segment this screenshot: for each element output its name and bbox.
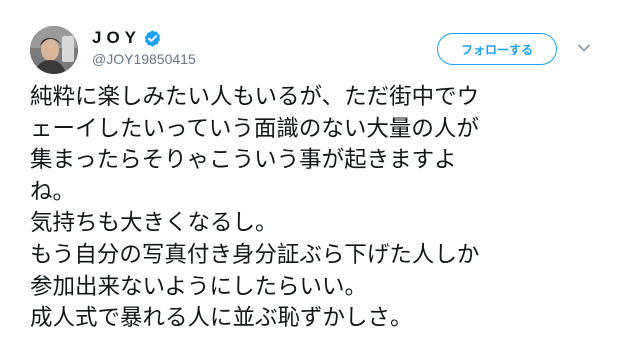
tweet-text-line: ェーイしたいっていう面識のない大量の人が	[30, 115, 479, 142]
tweet-text-line: ね。	[30, 178, 76, 205]
verified-badge-icon	[144, 29, 161, 47]
display-name-text: JOY	[92, 28, 142, 47]
tweet-text-line: もう自分の写真付き身分証ぶら下げた人しか	[30, 241, 480, 268]
tweet-text-line: 純粋に楽しみたい人もいるが、ただ街中でウ	[30, 84, 480, 110]
tweet-card: JOY @JOY19850415 フォローする 純粋に楽しみたい人もいるが、ただ…	[0, 0, 625, 351]
chevron-down-icon[interactable]	[576, 40, 592, 56]
tweet-text-line: 参加出来ないようにしたらいい。	[30, 273, 368, 300]
tweet-text-line: 集まったらそりゃこういう事が起きますよ	[30, 147, 457, 174]
follow-button[interactable]: フォローする	[437, 33, 557, 65]
tweet-text-line: 気持ちも大きくなるし。	[30, 210, 278, 237]
tweet-text: 純粋に楽しみたい人もいるが、ただ街中でウ ェーイしたいっていう面識のない大量の人…	[30, 82, 620, 335]
user-handle[interactable]: @JOY19850415	[92, 51, 196, 67]
tweet-text-line: 成人式で暴れる人に並ぶ恥ずかしさ。	[30, 305, 413, 332]
avatar-photo	[30, 26, 78, 74]
avatar[interactable]	[30, 26, 78, 74]
display-name[interactable]: JOY	[92, 26, 162, 50]
